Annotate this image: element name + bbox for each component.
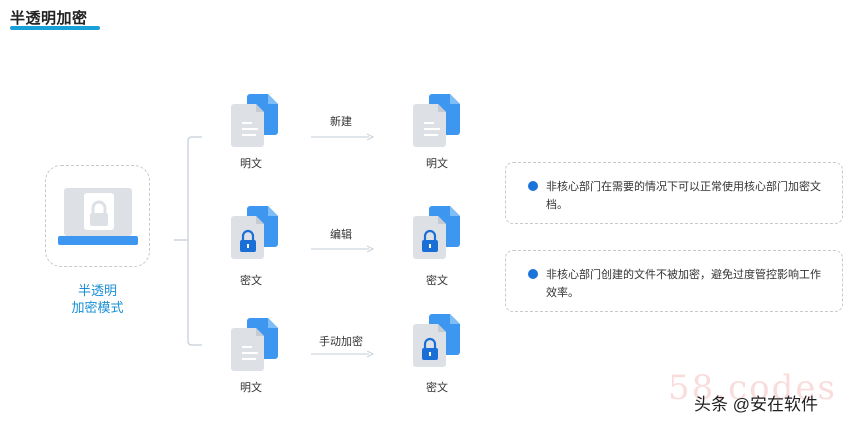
document-icon — [412, 204, 464, 260]
mode-box — [45, 165, 150, 267]
action-label: 新建 — [330, 116, 352, 128]
document-icon — [230, 316, 282, 372]
source-label: 密文 — [240, 275, 262, 287]
title-underline — [10, 26, 100, 30]
mode-label-line-1: 半透明 — [77, 283, 117, 298]
arrow-right-icon — [311, 133, 375, 141]
target-label: 明文 — [426, 158, 448, 170]
bullet-dot-icon — [528, 269, 538, 279]
document-icon — [230, 204, 282, 260]
source-label: 明文 — [240, 158, 262, 170]
note-box: 非核心部门创建的文件不被加密，避免过度管控影响工作效率。 — [505, 250, 843, 312]
document-icon — [230, 92, 282, 148]
arrow-right-icon — [311, 350, 375, 358]
arrow-right-icon — [311, 245, 375, 253]
branch-bracket — [174, 136, 202, 346]
mode-label-line-2: 加密模式 — [71, 300, 124, 315]
action-label: 编辑 — [330, 229, 352, 241]
bullet-dot-icon — [528, 181, 538, 191]
document-icon — [412, 312, 464, 368]
source-label: 明文 — [240, 382, 262, 394]
mode-label: 半透明 加密模式 — [45, 282, 150, 316]
target-label: 密文 — [426, 382, 448, 394]
note-text: 非核心部门创建的文件不被加密，避免过度管控影响工作效率。 — [546, 269, 821, 299]
note-text: 非核心部门在需要的情况下可以正常使用核心部门加密文档。 — [546, 181, 821, 211]
page-title: 半透明加密 — [10, 10, 88, 27]
action-label: 手动加密 — [319, 336, 363, 348]
laptop-lock-icon — [58, 188, 138, 245]
target-label: 密文 — [426, 275, 448, 287]
document-icon — [412, 92, 464, 148]
watermark: 头条 @安在软件 — [694, 395, 818, 414]
note-box: 非核心部门在需要的情况下可以正常使用核心部门加密文档。 — [505, 162, 843, 224]
